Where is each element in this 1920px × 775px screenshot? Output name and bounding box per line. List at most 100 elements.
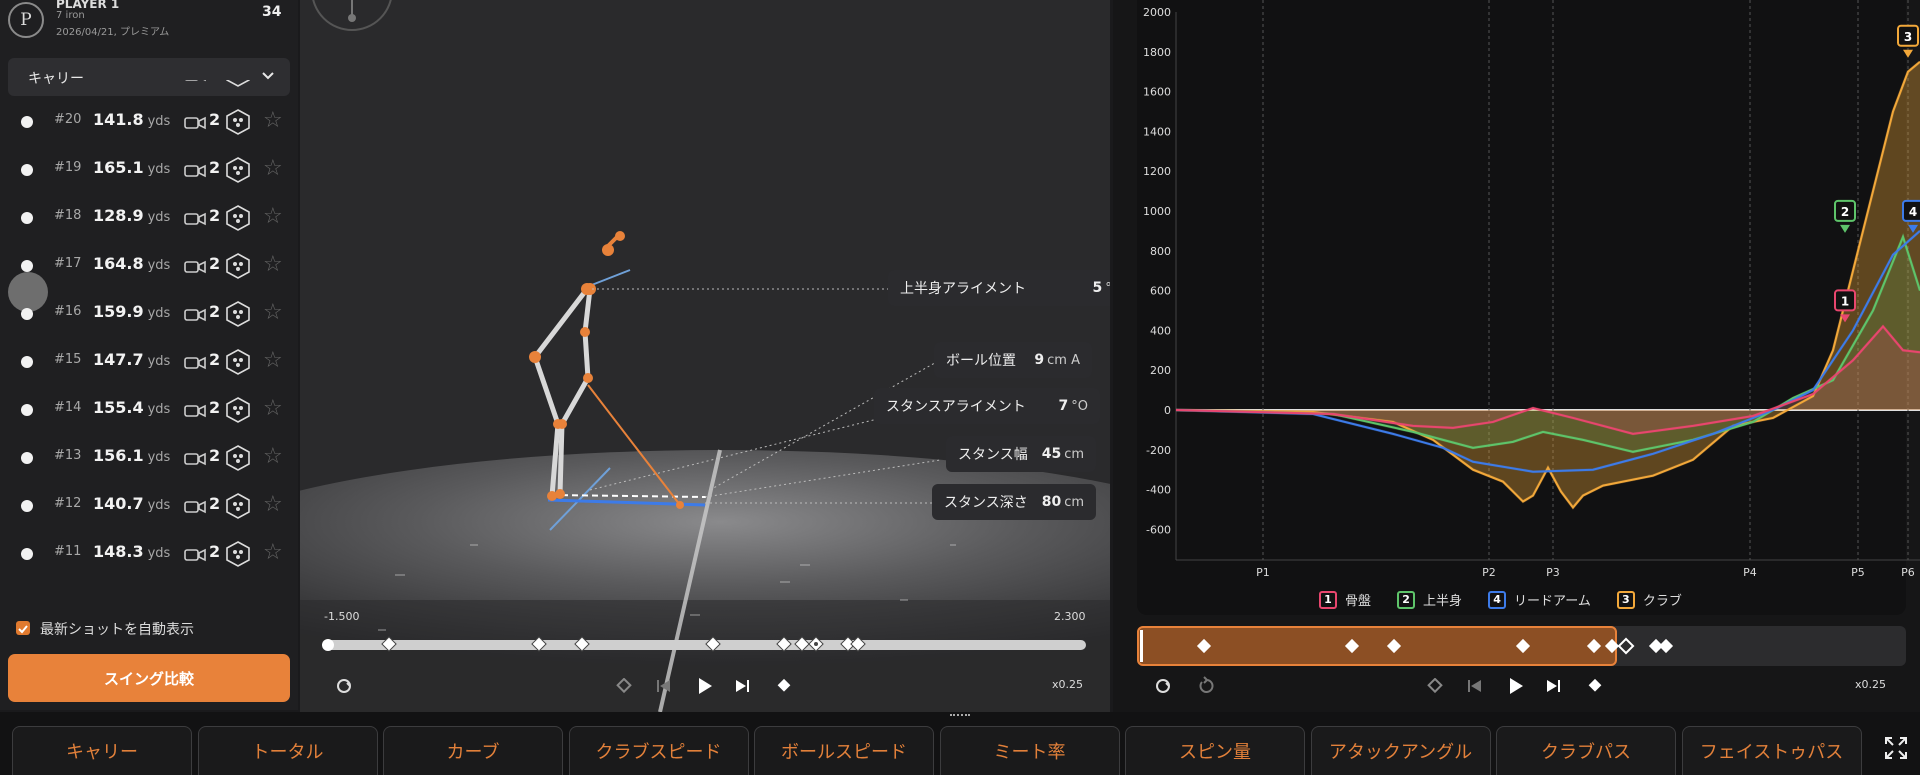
reset-icon[interactable] — [1197, 676, 1217, 696]
favorite-star-icon[interactable]: ☆ — [263, 252, 283, 278]
list-item[interactable]: #17 164.8 yds 2 ☆ — [0, 242, 298, 290]
favorite-star-icon[interactable]: ☆ — [263, 348, 283, 374]
metric-tab[interactable]: スピン量 — [1125, 726, 1305, 775]
shot-radio[interactable] — [21, 212, 33, 224]
video-count: 2 — [209, 110, 221, 129]
legend-item: 3 クラブ — [1616, 590, 1682, 609]
prev-keyframe-icon[interactable] — [1427, 678, 1443, 694]
favorite-star-icon[interactable]: ☆ — [263, 444, 283, 470]
metric-tab[interactable]: キャリー — [12, 726, 192, 775]
y-tick-label: 1600 — [1143, 86, 1171, 99]
list-item[interactable]: #18 128.9 yds 2 ☆ — [0, 194, 298, 242]
video-camera-icon — [184, 80, 206, 82]
metric-tab[interactable]: クラブスピード — [568, 726, 749, 775]
video-camera-icon — [184, 307, 206, 322]
auto-show-checkbox[interactable] — [16, 621, 30, 635]
metric-tab-bar: キャリー トータル カーブ クラブスピード ボールスピード ミート率 スピン量 アタックアング… — [0, 712, 1920, 775]
shot-radio[interactable] — [21, 548, 33, 560]
legend-item: 4 リードアーム — [1488, 590, 1591, 609]
rotate-icon[interactable] — [1153, 676, 1173, 696]
list-item[interactable]: #21150.8yds2☆ — [0, 80, 298, 98]
skip-forward-icon[interactable] — [1545, 678, 1561, 694]
video-count: 2 — [209, 80, 220, 81]
skip-back-icon[interactable] — [656, 678, 672, 694]
video-camera-icon — [184, 211, 206, 226]
timeline-start: -1.500 — [324, 610, 360, 623]
swing-analysis-icon — [225, 253, 251, 279]
shot-unit: yds — [147, 498, 171, 513]
favorite-star-icon[interactable]: ☆ — [263, 156, 283, 182]
metric-tab[interactable]: トータル — [197, 726, 378, 775]
swing-compare-button[interactable]: スイング比較 — [8, 654, 290, 702]
player-header[interactable]: P PLAYER 1 7 iron 2026/04/21, プレミアム 34 — [0, 0, 298, 46]
shot-radio[interactable] — [21, 356, 33, 368]
prev-keyframe-icon[interactable] — [616, 678, 632, 694]
swing-analysis-icon — [225, 541, 251, 567]
shot-distance: 156.1 yds — [93, 446, 171, 465]
next-keyframe-icon[interactable] — [776, 678, 792, 694]
favorite-star-icon[interactable]: ☆ — [263, 540, 283, 566]
y-tick-label: 200 — [1150, 364, 1171, 377]
list-item[interactable]: #14 155.4 yds 2 ☆ — [0, 386, 298, 434]
shot-radio[interactable] — [21, 404, 33, 416]
shot-number: #11 — [54, 544, 82, 559]
metric-tab[interactable]: ボールスピード — [754, 726, 934, 775]
shot-number: #17 — [54, 256, 82, 271]
posture-label: ボール位置 9 cm A — [934, 342, 1092, 378]
list-item[interactable]: #15 147.7 yds 2 ☆ — [0, 338, 298, 386]
list-item[interactable]: #16 159.9 yds 2 ☆ — [0, 290, 298, 338]
metric-tab[interactable]: ミート率 — [939, 726, 1120, 775]
y-tick-label: -600 — [1146, 523, 1171, 536]
favorite-star-icon[interactable]: ☆ — [263, 492, 283, 518]
next-keyframe-icon[interactable] — [1587, 678, 1603, 694]
video-camera-icon — [184, 115, 206, 130]
list-item[interactable]: #13 156.1 yds 2 ☆ — [0, 434, 298, 482]
list-item[interactable]: #20 141.8 yds 2 ☆ — [0, 98, 298, 146]
play-icon[interactable] — [696, 676, 714, 696]
favorite-star-icon[interactable]: ☆ — [263, 80, 283, 86]
metric-tab[interactable]: カーブ — [383, 726, 563, 775]
posture-label-unit: °O — [1071, 399, 1088, 414]
playback-speed[interactable]: x0.25 — [1052, 678, 1083, 691]
legend-label: 上半身 — [1423, 594, 1463, 609]
favorite-star-icon[interactable]: ☆ — [263, 108, 283, 134]
rotate-icon[interactable] — [334, 676, 354, 696]
skip-forward-icon[interactable] — [734, 678, 750, 694]
metric-tab[interactable]: クラブパス — [1496, 726, 1676, 775]
posture-label-value: 45 cm — [1041, 446, 1085, 462]
play-icon[interactable] — [1507, 676, 1525, 696]
drag-handle[interactable] — [950, 714, 970, 720]
fullscreen-icon[interactable] — [1884, 736, 1908, 760]
shot-radio[interactable] — [21, 308, 33, 320]
video-camera-icon — [184, 451, 206, 466]
favorite-star-icon[interactable]: ☆ — [263, 204, 283, 230]
shot-radio[interactable] — [21, 164, 33, 176]
shot-radio[interactable] — [21, 500, 33, 512]
shot-unit: yds — [147, 258, 171, 273]
kinematic-sequence-panel: 2000 1800 1600 1400 1200 1000 800 600 400 200 0 -20… — [1113, 0, 1920, 712]
list-item[interactable]: #11 148.3 yds 2 ☆ — [0, 530, 298, 578]
shot-number: #13 — [54, 448, 82, 463]
shot-radio[interactable] — [21, 116, 33, 128]
skip-back-icon[interactable] — [1467, 678, 1483, 694]
shot-distance: 164.8 yds — [93, 254, 171, 273]
shot-unit: yds — [147, 210, 171, 225]
metric-tab[interactable]: アタックアングル — [1310, 726, 1491, 775]
list-item[interactable]: #19 165.1 yds 2 ☆ — [0, 146, 298, 194]
shot-radio[interactable] — [21, 452, 33, 464]
playback-speed[interactable]: x0.25 — [1855, 678, 1886, 691]
video-camera-icon — [184, 403, 206, 418]
shot-radio[interactable] — [21, 260, 33, 272]
list-item[interactable]: #12 140.7 yds 2 ☆ — [0, 482, 298, 530]
peak-marker-pointer — [1903, 49, 1913, 58]
favorite-star-icon[interactable]: ☆ — [263, 396, 283, 422]
legend-swatch: 4 — [1488, 590, 1507, 609]
favorite-star-icon[interactable]: ☆ — [263, 300, 283, 326]
swing-3d-view[interactable]: 上半身アライメント 5°O ボール位置 9cm A スタンスアライメント 7°O スタンス幅… — [300, 0, 1110, 712]
legend-swatch: 3 — [1616, 590, 1635, 609]
shot-number: #12 — [54, 496, 82, 511]
shot-sidebar: P PLAYER 1 7 iron 2026/04/21, プレミアム 34 キ… — [0, 0, 298, 710]
metric-tab[interactable]: フェイストゥパス — [1681, 726, 1862, 775]
shot-list: #21150.8yds2☆#20141.8yds2☆#19165.1yds2☆#… — [0, 80, 298, 610]
shot-unit: yds — [147, 402, 171, 417]
